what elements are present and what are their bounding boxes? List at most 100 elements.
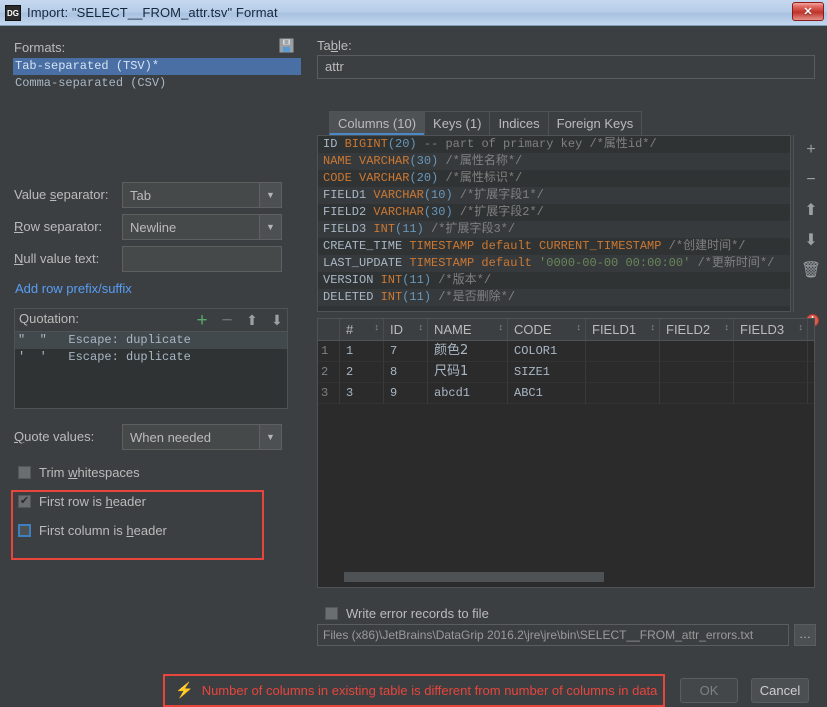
- target-table-panel: Table: attr Columns (10) Keys (1) Indice…: [315, 26, 827, 688]
- tab-columns[interactable]: Columns (10): [329, 111, 425, 135]
- validation-error-text: Number of columns in existing table is d…: [201, 683, 658, 698]
- table-cell[interactable]: [660, 341, 734, 362]
- table-cell[interactable]: COLOR1: [508, 341, 586, 362]
- ddl-line: FIELD2 VARCHAR(30) /*扩展字段2*/: [323, 205, 544, 219]
- table-cell[interactable]: 3: [340, 383, 384, 404]
- scrollbar-thumb[interactable]: [344, 572, 604, 582]
- quotation-row-single[interactable]: ' ' Escape: duplicate: [15, 349, 287, 366]
- validation-error-banner: ⚡ Number of columns in existing table is…: [163, 674, 665, 707]
- grid-column-header[interactable]: CODE ↕: [508, 319, 586, 341]
- table-cell[interactable]: SIZE1: [508, 362, 586, 383]
- table-cell[interactable]: 2016/7/: [808, 362, 814, 383]
- browse-file-button[interactable]: …: [794, 624, 816, 646]
- table-cell[interactable]: [586, 341, 660, 362]
- table-cell[interactable]: [586, 383, 660, 404]
- trim-whitespaces-checkbox[interactable]: Trim whitespaces: [18, 462, 140, 482]
- grid-column-header[interactable]: FIELD3 ↕: [734, 319, 808, 341]
- table-cell[interactable]: [734, 362, 808, 383]
- save-format-icon[interactable]: [279, 38, 294, 53]
- table-cell[interactable]: 2016/7/: [808, 341, 814, 362]
- ddl-line: ID BIGINT(20) -- part of primary key /*属…: [323, 137, 657, 151]
- quote-values-combo[interactable]: When needed ▼: [122, 424, 282, 450]
- tab-foreign-keys[interactable]: Foreign Keys: [547, 111, 643, 135]
- table-row[interactable]: 228尺码1SIZE12016/7/: [318, 362, 814, 383]
- table-cell[interactable]: ABC1: [508, 383, 586, 404]
- value-separator-combo[interactable]: Tab ▼: [122, 182, 282, 208]
- quotation-list[interactable]: " " Escape: duplicate ' ' Escape: duplic…: [15, 331, 287, 408]
- grid-header-row: #↕ID↕NAME↕CODE↕FIELD1↕FIELD2↕FIELD3↕CREA…: [318, 319, 814, 341]
- table-row[interactable]: 339abcd1ABC12016/8/: [318, 383, 814, 404]
- add-column-button[interactable]: +: [794, 135, 827, 165]
- row-separator-combo[interactable]: Newline ▼: [122, 214, 282, 240]
- ddl-line: LAST_UPDATE TIMESTAMP default '0000-00-0…: [318, 255, 790, 272]
- table-cell[interactable]: 1: [340, 341, 384, 362]
- quote-values-label: Quote values:: [14, 429, 95, 444]
- minus-icon[interactable]: −: [218, 311, 236, 330]
- table-cell[interactable]: [660, 383, 734, 404]
- data-preview-grid[interactable]: #↕ID↕NAME↕CODE↕FIELD1↕FIELD2↕FIELD3↕CREA…: [317, 318, 815, 588]
- table-cell[interactable]: [660, 362, 734, 383]
- grid-column-header[interactable]: NAME ↕: [428, 319, 508, 341]
- format-item-csv[interactable]: Comma-separated (CSV): [13, 75, 301, 92]
- quotation-panel: Quotation: + − ⬆ ⬇ " " Escape: duplicate…: [14, 308, 288, 409]
- grid-column-header[interactable]: FIELD1 ↕: [586, 319, 660, 341]
- sort-arrows-icon: ↕: [418, 322, 424, 332]
- table-cell[interactable]: 尺码1: [428, 362, 508, 383]
- ddl-line: NAME VARCHAR(30) /*属性名称*/: [318, 153, 790, 170]
- grid-column-header[interactable]: ID ↕: [384, 319, 428, 341]
- sort-arrows-icon: ↕: [798, 322, 804, 332]
- table-cell[interactable]: 颜色2: [428, 341, 508, 362]
- ddl-line: FIELD1 VARCHAR(10) /*扩展字段1*/: [318, 187, 790, 204]
- cancel-button[interactable]: Cancel: [751, 678, 809, 703]
- row-separator-label: Row separator:: [14, 219, 103, 234]
- arrow-up-icon[interactable]: ⬆: [243, 311, 261, 329]
- grid-column-header[interactable]: CREATE_↕: [808, 319, 814, 341]
- tab-indices[interactable]: Indices: [489, 111, 548, 135]
- remove-column-button[interactable]: −: [794, 165, 827, 195]
- add-row-prefix-suffix-link[interactable]: Add row prefix/suffix: [15, 281, 132, 296]
- first-row-is-header-checkbox[interactable]: ✔ First row is header: [18, 491, 146, 511]
- row-separator-value: Newline: [130, 219, 177, 235]
- ok-button[interactable]: OK: [680, 678, 738, 703]
- move-down-button[interactable]: ⬇: [794, 225, 827, 255]
- sort-arrows-icon: ↕: [374, 322, 380, 332]
- ddl-line: VERSION INT(11) /*版本*/: [323, 273, 492, 287]
- plus-icon[interactable]: +: [193, 311, 211, 330]
- null-value-input[interactable]: [122, 246, 282, 272]
- arrow-down-icon[interactable]: ⬇: [268, 311, 286, 329]
- warning-bolt-icon: ⚡: [175, 682, 194, 699]
- table-cell[interactable]: 2016/8/: [808, 383, 814, 404]
- quotation-toolbar: Quotation: + − ⬆ ⬇: [15, 309, 287, 331]
- table-row[interactable]: 117颜色2COLOR12016/7/: [318, 341, 814, 362]
- format-item-tsv[interactable]: Tab-separated (TSV)*: [13, 58, 301, 75]
- table-cell[interactable]: abcd1: [428, 383, 508, 404]
- table-cell[interactable]: 2: [340, 362, 384, 383]
- grid-horizontal-scrollbar[interactable]: [317, 571, 815, 583]
- grid-column-header[interactable]: FIELD2 ↕: [660, 319, 734, 341]
- table-cell[interactable]: [734, 341, 808, 362]
- grid-column-header[interactable]: # ↕: [340, 319, 384, 341]
- tab-keys[interactable]: Keys (1): [424, 111, 490, 135]
- table-cell[interactable]: 7: [384, 341, 428, 362]
- first-column-is-header-checkbox[interactable]: First column is header: [18, 520, 167, 540]
- checkbox-icon: [18, 523, 31, 537]
- table-cell[interactable]: [586, 362, 660, 383]
- format-settings-panel: Formats: Tab-separated (TSV)* Comma-sepa…: [0, 26, 310, 688]
- window-title: Import: "SELECT__FROM_attr.tsv" Format: [27, 5, 278, 20]
- delete-button[interactable]: 🗑: [794, 255, 827, 285]
- table-cell[interactable]: [734, 383, 808, 404]
- row-number: 3: [318, 383, 340, 404]
- table-name-input[interactable]: attr: [317, 55, 815, 79]
- error-file-path-input[interactable]: Files (x86)\JetBrains\DataGrip 2016.2\jr…: [317, 624, 789, 646]
- close-icon[interactable]: ✕: [792, 2, 824, 21]
- formats-list[interactable]: Tab-separated (TSV)* Comma-separated (CS…: [13, 58, 301, 92]
- row-number: 2: [318, 362, 340, 383]
- move-up-button[interactable]: ⬆: [794, 195, 827, 225]
- checkbox-icon: [325, 606, 338, 620]
- quotation-row-double[interactable]: " " Escape: duplicate: [15, 332, 287, 349]
- write-error-records-checkbox[interactable]: Write error records to file: [325, 603, 489, 623]
- columns-ddl-editor[interactable]: ID BIGINT(20) -- part of primary key /*属…: [317, 135, 791, 312]
- table-cell[interactable]: 9: [384, 383, 428, 404]
- table-cell[interactable]: 8: [384, 362, 428, 383]
- first-row-is-header-label: First row is header: [39, 493, 146, 509]
